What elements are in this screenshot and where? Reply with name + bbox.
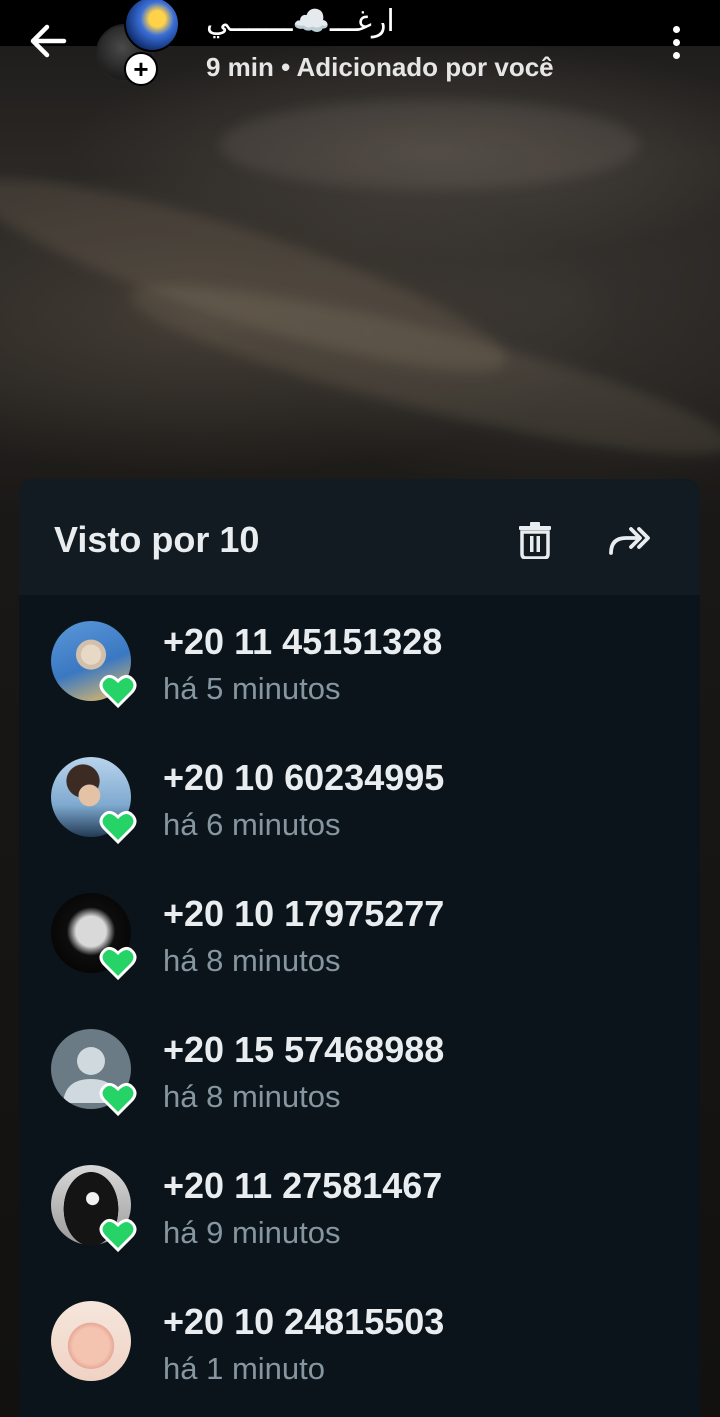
viewer-time: há 8 minutos [163, 943, 341, 978]
viewer-row[interactable]: +20 11 27581467 há 9 minutos [19, 1139, 700, 1275]
heart-reaction-icon [99, 1218, 137, 1253]
delete-status-button[interactable] [510, 515, 560, 565]
heart-reaction-icon [99, 810, 137, 845]
more-options-button[interactable] [656, 20, 696, 64]
viewer-time: há 8 minutos [163, 1079, 341, 1114]
viewer-time: há 6 minutos [163, 807, 341, 842]
forward-status-button[interactable] [605, 515, 655, 565]
status-subtitle: 9 min • Adicionado por você [206, 52, 554, 82]
more-vertical-icon [672, 25, 680, 33]
trash-icon [519, 522, 551, 559]
viewer-number: +20 11 45151328 [163, 621, 443, 662]
more-vertical-icon [672, 38, 680, 46]
viewer-number: +20 10 60234995 [163, 757, 445, 798]
heart-reaction-icon [99, 1082, 137, 1117]
viewer-number: +20 15 57468988 [163, 1029, 445, 1070]
viewers-sheet: Visto por 10 +20 11 45151328 há 5 minuto… [19, 479, 700, 1417]
heart-reaction-icon [99, 946, 137, 981]
viewers-count-title: Visto por 10 [54, 519, 260, 560]
more-vertical-icon [672, 51, 680, 59]
status-viewer-screen: + ارغـــ☁️ـــــــي 9 min • Adicionado po… [0, 0, 720, 1417]
status-avatar[interactable]: + [94, 0, 188, 86]
viewer-number: +20 11 27581467 [163, 1165, 443, 1206]
viewer-row[interactable]: +20 15 57468988 há 8 minutos [19, 1003, 700, 1139]
arrow-left-icon [30, 24, 67, 58]
heart-reaction-icon [99, 674, 137, 709]
viewer-row[interactable]: +20 11 45151328 há 5 minutos [19, 595, 700, 731]
viewer-time: há 9 minutos [163, 1215, 341, 1250]
forward-icon [609, 527, 650, 555]
avatar-primary [124, 0, 180, 52]
viewer-time: há 1 minuto [163, 1351, 325, 1386]
status-header: + ارغـــ☁️ـــــــي 9 min • Adicionado po… [0, 0, 720, 96]
viewer-row[interactable]: +20 10 60234995 há 6 minutos [19, 731, 700, 867]
viewer-row[interactable]: +20 10 24815503 há 1 minuto [19, 1275, 700, 1411]
viewer-number: +20 10 17975277 [163, 893, 445, 934]
viewer-time: há 5 minutos [163, 671, 341, 706]
viewer-number: +20 10 24815503 [163, 1301, 445, 1342]
backdrop-hair-streak [119, 256, 720, 484]
backdrop-highlight [220, 100, 640, 190]
plus-icon: + [124, 52, 158, 86]
back-button[interactable] [22, 18, 74, 64]
viewer-avatar [51, 1301, 131, 1381]
status-title: ارغـــ☁️ـــــــي [206, 5, 395, 38]
viewers-sheet-header: Visto por 10 [19, 479, 700, 595]
viewer-row[interactable]: +20 10 17975277 há 8 minutos [19, 867, 700, 1003]
